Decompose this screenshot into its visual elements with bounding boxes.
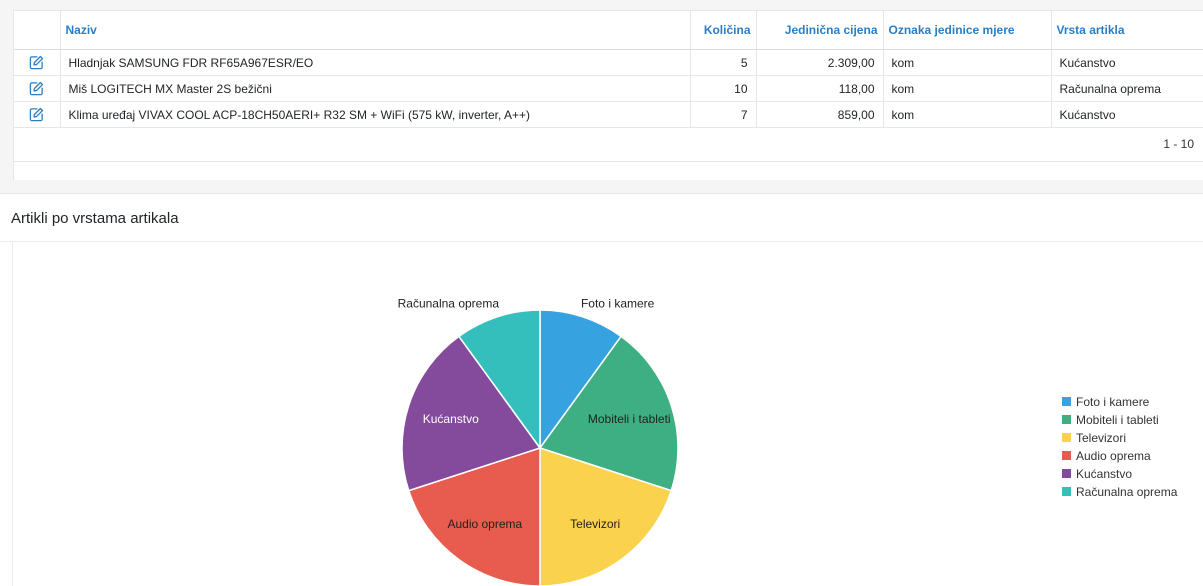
slice-label-audio-oprema: Audio oprema	[447, 517, 522, 531]
edit-button[interactable]	[14, 49, 60, 76]
cell-qty: 10	[689, 75, 756, 102]
col-type-header[interactable]: Vrsta artikla	[1050, 11, 1203, 50]
col-price-header[interactable]: Jedinična cijena	[755, 11, 883, 50]
legend-swatch-racunalna-oprema	[1062, 487, 1071, 496]
legend-item-racunalna-oprema[interactable]: Računalna oprema	[1076, 485, 1178, 499]
pager-info: 1 - 10	[14, 128, 1203, 162]
legend-item-foto-i-kamere[interactable]: Foto i kamere	[1076, 395, 1150, 409]
cell-qty: 7	[689, 101, 756, 128]
col-name-header[interactable]: Naziv	[59, 11, 690, 50]
legend-swatch-audio-oprema	[1062, 451, 1071, 460]
legend-swatch-mobiteli-i-tableti	[1062, 415, 1071, 424]
cell-unit: kom	[882, 101, 1051, 128]
slice-label-racunalna-oprema: Računalna oprema	[398, 296, 500, 310]
cell-name: Klima uređaj VIVAX COOL ACP-18CH50AERI+ …	[59, 101, 690, 128]
chart-panel: Artikli po vrstama artikala Foto i kamer…	[0, 193, 1203, 586]
edit-icon[interactable]	[29, 81, 44, 96]
cell-type: Računalna oprema	[1050, 75, 1203, 102]
items-grid: Naziv Količina Jedinična cijena Oznaka j…	[13, 10, 1203, 180]
table-row: Hladnjak SAMSUNG FDR RF65A967ESR/EO 5 2.…	[14, 49, 1203, 76]
slice-label-kucanstvo: Kućanstvo	[423, 412, 479, 426]
items-table: Naziv Količina Jedinična cijena Oznaka j…	[14, 11, 1203, 128]
legend-item-televizori[interactable]: Televizori	[1076, 431, 1126, 445]
cell-qty: 5	[689, 49, 756, 76]
cell-unit: kom	[882, 75, 1051, 102]
edit-button[interactable]	[14, 75, 60, 102]
table-header-row: Naziv Količina Jedinična cijena Oznaka j…	[14, 11, 1203, 50]
col-edit-header	[14, 11, 60, 50]
cell-type: Kućanstvo	[1050, 49, 1203, 76]
cell-name: Hladnjak SAMSUNG FDR RF65A967ESR/EO	[59, 49, 690, 76]
cell-unit: kom	[882, 49, 1051, 76]
edit-icon[interactable]	[29, 107, 44, 122]
cell-price: 2.309,00	[755, 49, 883, 76]
slice-label-foto-i-kamere: Foto i kamere	[581, 296, 655, 310]
cell-type: Kućanstvo	[1050, 101, 1203, 128]
col-qty-header[interactable]: Količina	[689, 11, 756, 50]
legend-item-audio-oprema[interactable]: Audio oprema	[1076, 449, 1151, 463]
legend-swatch-kucanstvo	[1062, 469, 1071, 478]
slice-label-televizori: Televizori	[570, 517, 620, 531]
table-row: Miš LOGITECH MX Master 2S bežični 10 118…	[14, 75, 1203, 102]
edit-icon[interactable]	[29, 55, 44, 70]
edit-button[interactable]	[14, 101, 60, 128]
slice-label-mobiteli-i-tableti: Mobiteli i tableti	[588, 412, 671, 426]
legend-item-mobiteli-i-tableti[interactable]: Mobiteli i tableti	[1076, 413, 1159, 427]
table-row: Klima uređaj VIVAX COOL ACP-18CH50AERI+ …	[14, 101, 1203, 128]
col-unit-header[interactable]: Oznaka jedinice mjere	[882, 11, 1051, 50]
legend-swatch-foto-i-kamere	[1062, 397, 1071, 406]
pie-chart: Foto i kamere Mobiteli i tableti Televizor…	[398, 296, 1178, 586]
legend-swatch-televizori	[1062, 433, 1071, 442]
legend-item-kucanstvo[interactable]: Kućanstvo	[1076, 467, 1132, 481]
cell-price: 859,00	[755, 101, 883, 128]
cell-price: 118,00	[755, 75, 883, 102]
cell-name: Miš LOGITECH MX Master 2S bežični	[59, 75, 690, 102]
